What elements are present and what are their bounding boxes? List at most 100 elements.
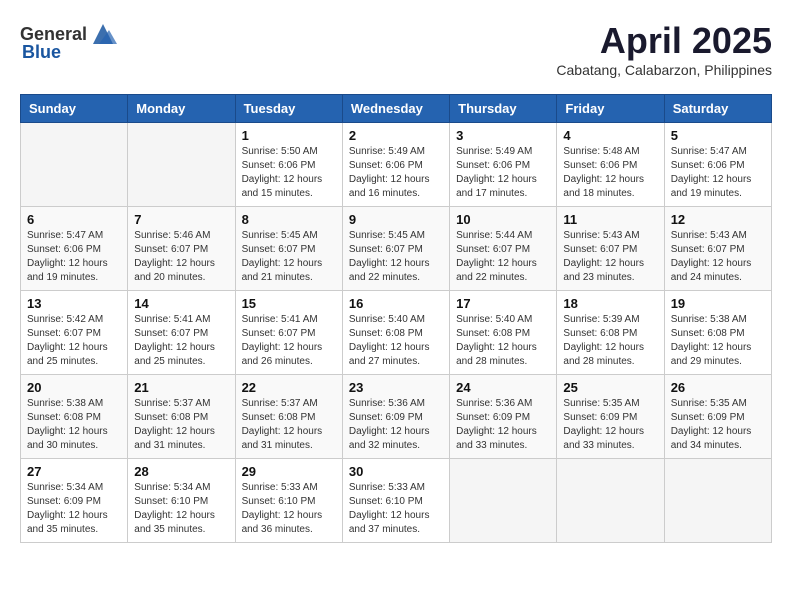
day-info: Sunrise: 5:47 AM Sunset: 6:06 PM Dayligh… — [27, 229, 121, 285]
calendar-week-1: 1 Sunrise: 5:50 AM Sunset: 6:06 PM Daylig… — [21, 123, 772, 207]
calendar-cell: 5 Sunrise: 5:47 AM Sunset: 6:06 PM Daylig… — [664, 123, 771, 207]
day-info: Sunrise: 5:47 AM Sunset: 6:06 PM Dayligh… — [671, 145, 765, 201]
calendar-cell: 12 Sunrise: 5:43 AM Sunset: 6:07 PM Dayli… — [664, 207, 771, 291]
day-number: 10 — [456, 212, 550, 227]
weekday-header-friday: Friday — [557, 95, 664, 123]
weekday-header-row: SundayMondayTuesdayWednesdayThursdayFrid… — [21, 95, 772, 123]
calendar: SundayMondayTuesdayWednesdayThursdayFrid… — [20, 94, 772, 543]
day-number: 6 — [27, 212, 121, 227]
day-number: 3 — [456, 128, 550, 143]
day-info: Sunrise: 5:40 AM Sunset: 6:08 PM Dayligh… — [349, 313, 443, 369]
day-info: Sunrise: 5:36 AM Sunset: 6:09 PM Dayligh… — [349, 397, 443, 453]
calendar-cell: 30 Sunrise: 5:33 AM Sunset: 6:10 PM Dayli… — [342, 459, 449, 543]
calendar-cell: 16 Sunrise: 5:40 AM Sunset: 6:08 PM Dayli… — [342, 291, 449, 375]
day-number: 8 — [242, 212, 336, 227]
day-info: Sunrise: 5:50 AM Sunset: 6:06 PM Dayligh… — [242, 145, 336, 201]
day-number: 18 — [563, 296, 657, 311]
day-number: 29 — [242, 464, 336, 479]
calendar-week-4: 20 Sunrise: 5:38 AM Sunset: 6:08 PM Dayli… — [21, 375, 772, 459]
day-number: 14 — [134, 296, 228, 311]
day-number: 25 — [563, 380, 657, 395]
calendar-cell — [664, 459, 771, 543]
location-title: Cabatang, Calabarzon, Philippines — [556, 62, 772, 78]
logo: General Blue — [20, 20, 117, 63]
day-info: Sunrise: 5:33 AM Sunset: 6:10 PM Dayligh… — [349, 481, 443, 537]
calendar-cell: 6 Sunrise: 5:47 AM Sunset: 6:06 PM Daylig… — [21, 207, 128, 291]
month-title: April 2025 — [556, 20, 772, 62]
calendar-cell: 25 Sunrise: 5:35 AM Sunset: 6:09 PM Dayli… — [557, 375, 664, 459]
logo-blue: Blue — [22, 42, 61, 63]
calendar-cell: 22Sunrise: 5:37 AM Sunset: 6:08 PM Dayli… — [235, 375, 342, 459]
day-info: Sunrise: 5:45 AM Sunset: 6:07 PM Dayligh… — [349, 229, 443, 285]
calendar-cell: 21Sunrise: 5:37 AM Sunset: 6:08 PM Dayli… — [128, 375, 235, 459]
day-info: Sunrise: 5:49 AM Sunset: 6:06 PM Dayligh… — [349, 145, 443, 201]
day-number: 16 — [349, 296, 443, 311]
calendar-cell — [450, 459, 557, 543]
calendar-cell: 14 Sunrise: 5:41 AM Sunset: 6:07 PM Dayli… — [128, 291, 235, 375]
calendar-week-5: 27Sunrise: 5:34 AM Sunset: 6:09 PM Dayli… — [21, 459, 772, 543]
day-number: 2 — [349, 128, 443, 143]
day-info: Sunrise: 5:49 AM Sunset: 6:06 PM Dayligh… — [456, 145, 550, 201]
day-number: 21 — [134, 380, 228, 395]
day-info: Sunrise: 5:35 AM Sunset: 6:09 PM Dayligh… — [563, 397, 657, 453]
day-number: 19 — [671, 296, 765, 311]
day-info: Sunrise: 5:41 AM Sunset: 6:07 PM Dayligh… — [242, 313, 336, 369]
weekday-header-monday: Monday — [128, 95, 235, 123]
day-number: 12 — [671, 212, 765, 227]
day-number: 20 — [27, 380, 121, 395]
day-number: 23 — [349, 380, 443, 395]
logo-icon — [89, 20, 117, 48]
day-info: Sunrise: 5:43 AM Sunset: 6:07 PM Dayligh… — [671, 229, 765, 285]
calendar-cell: 2 Sunrise: 5:49 AM Sunset: 6:06 PM Daylig… — [342, 123, 449, 207]
day-number: 4 — [563, 128, 657, 143]
calendar-week-2: 6 Sunrise: 5:47 AM Sunset: 6:06 PM Daylig… — [21, 207, 772, 291]
day-number: 7 — [134, 212, 228, 227]
weekday-header-saturday: Saturday — [664, 95, 771, 123]
calendar-cell: 13 Sunrise: 5:42 AM Sunset: 6:07 PM Dayli… — [21, 291, 128, 375]
calendar-cell: 24Sunrise: 5:36 AM Sunset: 6:09 PM Dayli… — [450, 375, 557, 459]
weekday-header-wednesday: Wednesday — [342, 95, 449, 123]
header: General Blue April 2025 Cabatang, Calaba… — [20, 20, 772, 78]
day-number: 11 — [563, 212, 657, 227]
day-number: 17 — [456, 296, 550, 311]
calendar-cell: 11Sunrise: 5:43 AM Sunset: 6:07 PM Dayli… — [557, 207, 664, 291]
calendar-cell: 10 Sunrise: 5:44 AM Sunset: 6:07 PM Dayli… — [450, 207, 557, 291]
calendar-cell: 9Sunrise: 5:45 AM Sunset: 6:07 PM Daylig… — [342, 207, 449, 291]
weekday-header-thursday: Thursday — [450, 95, 557, 123]
day-info: Sunrise: 5:38 AM Sunset: 6:08 PM Dayligh… — [671, 313, 765, 369]
day-info: Sunrise: 5:45 AM Sunset: 6:07 PM Dayligh… — [242, 229, 336, 285]
day-number: 30 — [349, 464, 443, 479]
calendar-cell: 18 Sunrise: 5:39 AM Sunset: 6:08 PM Dayli… — [557, 291, 664, 375]
calendar-cell — [128, 123, 235, 207]
day-info: Sunrise: 5:44 AM Sunset: 6:07 PM Dayligh… — [456, 229, 550, 285]
day-info: Sunrise: 5:42 AM Sunset: 6:07 PM Dayligh… — [27, 313, 121, 369]
calendar-cell: 28Sunrise: 5:34 AM Sunset: 6:10 PM Dayli… — [128, 459, 235, 543]
day-number: 5 — [671, 128, 765, 143]
day-number: 26 — [671, 380, 765, 395]
calendar-cell: 8 Sunrise: 5:45 AM Sunset: 6:07 PM Daylig… — [235, 207, 342, 291]
day-info: Sunrise: 5:38 AM Sunset: 6:08 PM Dayligh… — [27, 397, 121, 453]
calendar-cell: 29Sunrise: 5:33 AM Sunset: 6:10 PM Dayli… — [235, 459, 342, 543]
calendar-cell: 19 Sunrise: 5:38 AM Sunset: 6:08 PM Dayli… — [664, 291, 771, 375]
day-info: Sunrise: 5:41 AM Sunset: 6:07 PM Dayligh… — [134, 313, 228, 369]
day-info: Sunrise: 5:34 AM Sunset: 6:09 PM Dayligh… — [27, 481, 121, 537]
day-number: 13 — [27, 296, 121, 311]
day-info: Sunrise: 5:48 AM Sunset: 6:06 PM Dayligh… — [563, 145, 657, 201]
day-number: 22 — [242, 380, 336, 395]
calendar-cell: 20 Sunrise: 5:38 AM Sunset: 6:08 PM Dayli… — [21, 375, 128, 459]
calendar-cell: 26 Sunrise: 5:35 AM Sunset: 6:09 PM Dayli… — [664, 375, 771, 459]
calendar-cell — [557, 459, 664, 543]
day-info: Sunrise: 5:46 AM Sunset: 6:07 PM Dayligh… — [134, 229, 228, 285]
day-info: Sunrise: 5:39 AM Sunset: 6:08 PM Dayligh… — [563, 313, 657, 369]
title-section: April 2025 Cabatang, Calabarzon, Philipp… — [556, 20, 772, 78]
calendar-cell: 3 Sunrise: 5:49 AM Sunset: 6:06 PM Daylig… — [450, 123, 557, 207]
day-info: Sunrise: 5:36 AM Sunset: 6:09 PM Dayligh… — [456, 397, 550, 453]
calendar-cell: 1 Sunrise: 5:50 AM Sunset: 6:06 PM Daylig… — [235, 123, 342, 207]
calendar-week-3: 13 Sunrise: 5:42 AM Sunset: 6:07 PM Dayli… — [21, 291, 772, 375]
day-number: 28 — [134, 464, 228, 479]
calendar-cell: 17Sunrise: 5:40 AM Sunset: 6:08 PM Dayli… — [450, 291, 557, 375]
weekday-header-tuesday: Tuesday — [235, 95, 342, 123]
day-info: Sunrise: 5:35 AM Sunset: 6:09 PM Dayligh… — [671, 397, 765, 453]
day-number: 1 — [242, 128, 336, 143]
calendar-cell: 15Sunrise: 5:41 AM Sunset: 6:07 PM Dayli… — [235, 291, 342, 375]
